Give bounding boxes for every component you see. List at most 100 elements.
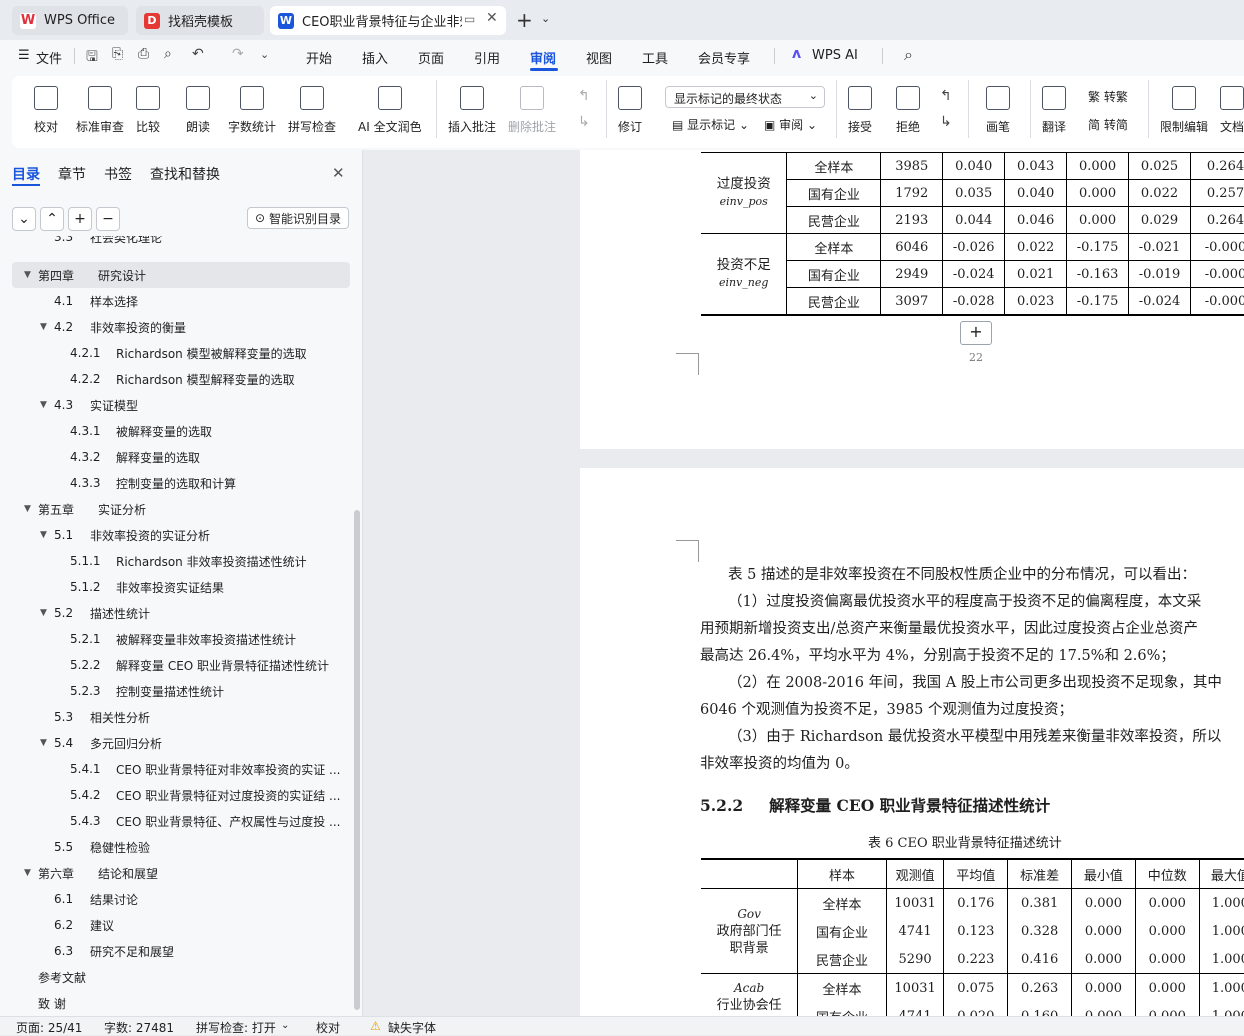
save-icon[interactable]: 🖫 [86,46,98,70]
expand-caret-icon[interactable]: ▼ [40,322,47,332]
page-indicator[interactable]: 页面: 25/41 [16,1019,82,1036]
tab-wps-office[interactable]: W WPS Office [12,6,128,35]
smart-recognize-toc-button[interactable]: ⊙智能识别目录 [247,207,349,229]
menu-item-view[interactable]: 视图 [586,48,612,67]
toc-item[interactable]: 6.2建议 [0,912,350,938]
toc-item[interactable]: 6.3研究不足和展望 [0,938,350,964]
prev-comment-icon[interactable]: ↰ [578,88,590,104]
word-count-indicator[interactable]: 字数: 27481 [104,1019,174,1036]
toc-item[interactable]: 6.1结果讨论 [0,886,350,912]
toc-item[interactable]: 5.4.3CEO 职业背景特征、产权属性与过度投 ... [0,808,350,834]
toc-item[interactable]: ▼4.2非效率投资的衡量 [0,314,350,340]
proof-indicator[interactable]: 校对 [316,1019,340,1036]
toc-item[interactable]: 5.2.2解释变量 CEO 职业背景特征描述性统计 [0,652,350,678]
tab-find-replace[interactable]: 查找和替换 [150,164,220,184]
toc-item[interactable]: 4.3.1被解释变量的选取 [0,418,350,444]
delete-comment-button[interactable]: 删除批注 [508,80,556,135]
expand-caret-icon[interactable]: ▼ [24,270,31,280]
tab-docer-templates[interactable]: D 找稻壳模板 [136,6,264,35]
convert-traditional-button[interactable]: 繁 转繁 [1088,88,1128,105]
menu-item-page[interactable]: 页面 [418,48,444,67]
toc-item[interactable]: 5.4.2CEO 职业背景特征对过度投资的实证结 ... [0,782,350,808]
restrict-editing-button[interactable]: 限制编辑 [1160,80,1208,135]
remove-heading-minus-icon[interactable]: − [96,207,120,231]
expand-caret-icon[interactable]: ▼ [40,530,47,540]
redo-icon[interactable]: ↷ [232,46,244,62]
spell-check-button[interactable]: 拼写检查 [288,80,336,135]
close-pane-icon[interactable]: ✕ [332,164,345,182]
toc-item[interactable]: ▼第四章研究设计 [12,262,350,288]
toc-item[interactable]: ▼5.4多元回归分析 [0,730,350,756]
proofread-button[interactable]: 校对 [34,80,58,135]
toc-scrollbar[interactable] [354,510,360,1010]
toc-item[interactable]: ▼5.2描述性统计 [0,600,350,626]
print-preview-icon[interactable]: ⌕ [164,46,172,62]
pen-button[interactable]: 画笔 [986,80,1010,135]
toc-item[interactable]: 4.3.3控制变量的选取和计算 [0,470,350,496]
new-tab-plus-icon[interactable]: + [516,8,533,32]
toc-item[interactable]: ▼第五章实证分析 [0,496,350,522]
toc-item[interactable]: 5.1.1Richardson 非效率投资描述性统计 [0,548,350,574]
tab-bookmarks[interactable]: 书签 [104,164,132,184]
word-count-button[interactable]: 字数统计 [228,80,276,135]
toc-item[interactable]: 5.4.1CEO 职业背景特征对非效率投资的实证 ... [0,756,350,782]
print-icon[interactable]: ⎙ [138,46,149,62]
add-heading-plus-icon[interactable]: + [68,207,92,231]
menu-file[interactable]: 文件 [36,48,62,67]
toc-item[interactable]: 致 谢 [0,990,350,1016]
toc-item[interactable]: 4.1样本选择 [0,288,350,314]
accept-button[interactable]: 接受 [848,80,872,135]
compare-button[interactable]: 比较 [136,80,160,135]
show-markup-button[interactable]: ▤ 显示标记 ⌄ [672,116,749,133]
toc-item[interactable]: 3.3社会类化理论 [0,236,350,250]
toc-item[interactable]: 5.1.2非效率投资实证结果 [0,574,350,600]
tab-chapters[interactable]: 章节 [58,164,86,184]
expand-caret-icon[interactable]: ▼ [24,504,31,514]
review-pane-button[interactable]: ▣ 审阅 ⌄ [764,116,817,133]
prev-change-icon[interactable]: ↰ [940,88,952,104]
ai-polish-button[interactable]: AI 全文润色 [358,80,422,135]
insert-comment-button[interactable]: 插入批注 [448,80,496,135]
search-icon[interactable]: ⌕ [904,45,913,65]
standard-review-button[interactable]: 标准审查 [76,80,124,135]
tab-list-chevron-icon[interactable]: ⌄ [541,12,550,25]
close-tab-icon[interactable]: ✕ [486,10,498,26]
spell-check-indicator[interactable]: 拼写检查: 打开 [196,1019,276,1036]
expand-caret-icon[interactable]: ▼ [40,400,47,410]
menu-item-home[interactable]: 开始 [306,48,332,67]
next-change-icon[interactable]: ↳ [940,114,952,130]
menu-item-reference[interactable]: 引用 [474,48,500,67]
export-icon[interactable]: ⎘ [112,46,123,62]
chevron-down-icon[interactable]: ⌄ [281,1020,289,1031]
menu-item-insert[interactable]: 插入 [362,48,388,67]
menu-item-review[interactable]: 审阅 [530,48,556,67]
menu-item-tools[interactable]: 工具 [642,48,668,67]
expand-caret-icon[interactable]: ▼ [40,608,47,618]
read-aloud-button[interactable]: 朗读 [186,80,210,135]
tab-active-document[interactable]: W CEO职业背景特征与企业非效 ▭ ✕ [270,6,506,35]
add-row-button[interactable]: + [960,321,992,345]
reject-button[interactable]: 拒绝 [896,80,920,135]
toc-item[interactable]: 4.2.2Richardson 模型解释变量的选取 [0,366,350,392]
undo-icon[interactable]: ↶ [192,46,204,62]
chevron-up-icon[interactable]: ⌃ [40,207,64,231]
document-button[interactable]: 文档 [1220,80,1244,135]
menu-item-member[interactable]: 会员专享 [698,48,750,67]
toc-item[interactable]: 4.2.1Richardson 模型被解释变量的选取 [0,340,350,366]
screen-icon[interactable]: ▭ [464,12,475,26]
more-chevron-icon[interactable]: ⌄ [260,48,269,61]
toc-item[interactable]: ▼4.3实证模型 [0,392,350,418]
expand-caret-icon[interactable]: ▼ [40,738,47,748]
next-comment-icon[interactable]: ↳ [578,114,590,130]
toc-item[interactable]: 5.5稳健性检验 [0,834,350,860]
menu-item-wps-ai[interactable]: WPS AI [812,48,858,63]
collapse-chevron-down-icon[interactable]: ⌄ [12,207,36,231]
convert-simplified-button[interactable]: 简 转简 [1088,116,1128,133]
missing-font-indicator[interactable]: 缺失字体 [388,1019,436,1036]
toc-item[interactable]: 5.3相关性分析 [0,704,350,730]
expand-caret-icon[interactable]: ▼ [24,868,31,878]
hamburger-icon[interactable]: ☰ [18,48,30,63]
toc-item[interactable]: 4.3.2解释变量的选取 [0,444,350,470]
toc-item[interactable]: 5.2.3控制变量描述性统计 [0,678,350,704]
translate-button[interactable]: 翻译 [1042,80,1066,135]
